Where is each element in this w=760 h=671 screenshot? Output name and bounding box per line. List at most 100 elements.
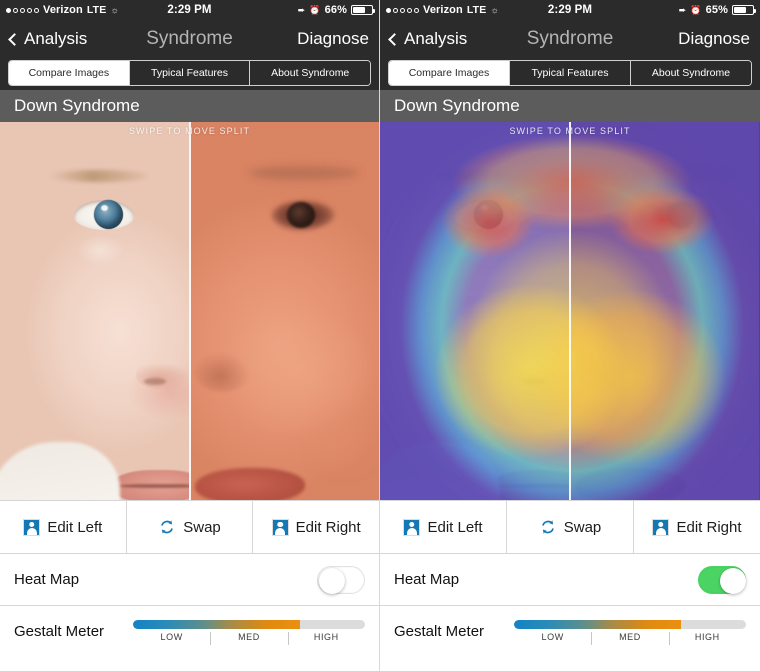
- edit-right-button[interactable]: Edit Right: [253, 501, 379, 553]
- baby-face-unaffected-image: [0, 122, 189, 500]
- chevron-left-icon: [8, 32, 21, 46]
- battery-icon: [351, 5, 375, 15]
- right-image-half[interactable]: [189, 122, 379, 500]
- status-bar-right: ➨ ⏰ 66%: [297, 4, 375, 16]
- lip-line-detail: [118, 484, 189, 488]
- gestalt-meter-label: Gestalt Meter: [14, 622, 105, 640]
- heat-map-toggle[interactable]: [317, 565, 365, 594]
- sync-spinner-icon: ☼: [490, 5, 499, 15]
- eyebrow-detail: [249, 166, 359, 180]
- person-portrait-icon: [403, 518, 421, 536]
- baby-face-syndrome-image: [569, 122, 760, 500]
- baby-face-unaffected-image: [380, 122, 569, 500]
- image-compare-area[interactable]: SWIPE TO MOVE SPLIT: [380, 122, 760, 500]
- person-portrait-icon: [271, 518, 289, 536]
- edit-left-button[interactable]: Edit Left: [0, 501, 127, 553]
- heat-map-toggle[interactable]: [698, 565, 746, 594]
- tab-typical-features[interactable]: Typical Features: [129, 61, 251, 85]
- iris-detail: [474, 200, 503, 229]
- swap-label: Swap: [183, 518, 221, 536]
- segmented-control: Compare Images Typical Features About Sy…: [388, 60, 752, 86]
- gestalt-meter-widget: LOW MED HIGH: [133, 620, 365, 645]
- edit-toolbar: Edit Left Swap Edit Right: [0, 500, 379, 554]
- status-bar: Verizon LTE ☼ 2:29 PM ➨ ⏰ 65%: [380, 0, 760, 20]
- gestalt-meter-row: Gestalt Meter LOW MED HIGH: [380, 606, 760, 656]
- swap-button[interactable]: Swap: [507, 501, 634, 553]
- swap-button[interactable]: Swap: [127, 501, 254, 553]
- location-arrow-icon: ➨: [297, 4, 306, 15]
- swap-refresh-icon: [161, 520, 173, 534]
- segmented-tab-bar: Compare Images Typical Features About Sy…: [0, 58, 379, 90]
- back-button-label: Analysis: [404, 29, 468, 48]
- left-image-half[interactable]: [380, 122, 569, 500]
- eyebrow-detail: [629, 166, 739, 180]
- edit-left-label: Edit Left: [427, 518, 483, 536]
- gestalt-meter-label: Gestalt Meter: [394, 622, 485, 640]
- edit-toolbar: Edit Left Swap Edit Right: [380, 500, 760, 554]
- left-image-half[interactable]: [0, 122, 189, 500]
- battery-percent-label: 65%: [705, 4, 728, 16]
- battery-percent-label: 66%: [324, 4, 347, 16]
- cheek-detail: [299, 402, 379, 482]
- signal-strength-icon: [386, 7, 419, 13]
- tab-compare-images[interactable]: Compare Images: [9, 61, 130, 85]
- split-divider-handle[interactable]: [569, 122, 571, 500]
- nose-detail: [195, 352, 251, 392]
- lips-detail: [195, 468, 305, 500]
- gestalt-meter-ticks: [133, 631, 365, 647]
- status-bar-right: ➨ ⏰ 65%: [678, 4, 756, 16]
- sync-spinner-icon: ☼: [110, 5, 119, 15]
- person-portrait-icon: [652, 518, 670, 536]
- eyebrow-detail: [428, 170, 528, 182]
- alarm-clock-icon: ⏰: [690, 4, 702, 15]
- syndrome-name-label: Down Syndrome: [394, 96, 520, 115]
- tab-about-syndrome[interactable]: About Syndrome: [631, 61, 751, 85]
- tab-typical-features[interactable]: Typical Features: [510, 61, 631, 85]
- status-bar: Verizon LTE ☼ 2:29 PM ➨ ⏰ 66%: [0, 0, 379, 20]
- back-button[interactable]: Analysis: [388, 29, 468, 49]
- edit-left-button[interactable]: Edit Left: [380, 501, 507, 553]
- image-compare-area[interactable]: SWIPE TO MOVE SPLIT: [0, 122, 379, 500]
- battery-icon: [732, 5, 756, 15]
- swap-label: Swap: [563, 518, 602, 536]
- edit-right-label: Edit Right: [295, 518, 361, 536]
- segmented-tab-bar: Compare Images Typical Features About Sy…: [380, 58, 760, 90]
- diagnose-button[interactable]: Diagnose: [297, 29, 369, 49]
- syndrome-name-label: Down Syndrome: [14, 96, 140, 115]
- heat-map-label: Heat Map: [394, 571, 460, 588]
- heat-map-setting-row: Heat Map: [380, 554, 760, 606]
- segmented-control: Compare Images Typical Features About Sy…: [8, 60, 371, 86]
- gestalt-meter-track: [514, 620, 746, 629]
- edit-left-label: Edit Left: [47, 518, 103, 536]
- syndrome-title-bar: Down Syndrome: [0, 90, 379, 122]
- clothing-detail: [0, 442, 120, 500]
- status-bar-left: Verizon LTE ☼: [386, 4, 499, 16]
- back-button[interactable]: Analysis: [8, 29, 87, 49]
- diagnose-button[interactable]: Diagnose: [678, 29, 750, 49]
- clothing-detail: [380, 442, 500, 500]
- swipe-hint-label: SWIPE TO MOVE SPLIT: [128, 126, 251, 136]
- heat-map-setting-row: Heat Map: [0, 554, 379, 606]
- edit-right-button[interactable]: Edit Right: [634, 501, 760, 553]
- split-divider-handle[interactable]: [189, 122, 191, 500]
- carrier-label: Verizon: [43, 4, 83, 16]
- navigation-bar: Analysis Syndrome Diagnose: [0, 20, 379, 58]
- lips-detail: [575, 468, 685, 500]
- iris-detail: [94, 200, 123, 229]
- location-arrow-icon: ➨: [678, 4, 687, 15]
- swipe-hint-label: SWIPE TO MOVE SPLIT: [509, 126, 631, 136]
- navigation-bar: Analysis Syndrome Diagnose: [380, 20, 760, 58]
- edit-right-label: Edit Right: [676, 518, 742, 536]
- chevron-left-icon: [388, 32, 401, 46]
- syndrome-title-bar: Down Syndrome: [380, 90, 760, 122]
- network-type-label: LTE: [466, 4, 487, 16]
- right-image-half[interactable]: [569, 122, 760, 500]
- tab-compare-images[interactable]: Compare Images: [389, 61, 510, 85]
- gestalt-meter-fill: [133, 620, 301, 629]
- nose-detail: [136, 362, 189, 390]
- gestalt-meter-fill: [514, 620, 682, 629]
- baby-face-syndrome-image: [189, 122, 379, 500]
- tab-about-syndrome[interactable]: About Syndrome: [250, 61, 370, 85]
- signal-strength-icon: [6, 7, 39, 13]
- person-portrait-icon: [23, 518, 41, 536]
